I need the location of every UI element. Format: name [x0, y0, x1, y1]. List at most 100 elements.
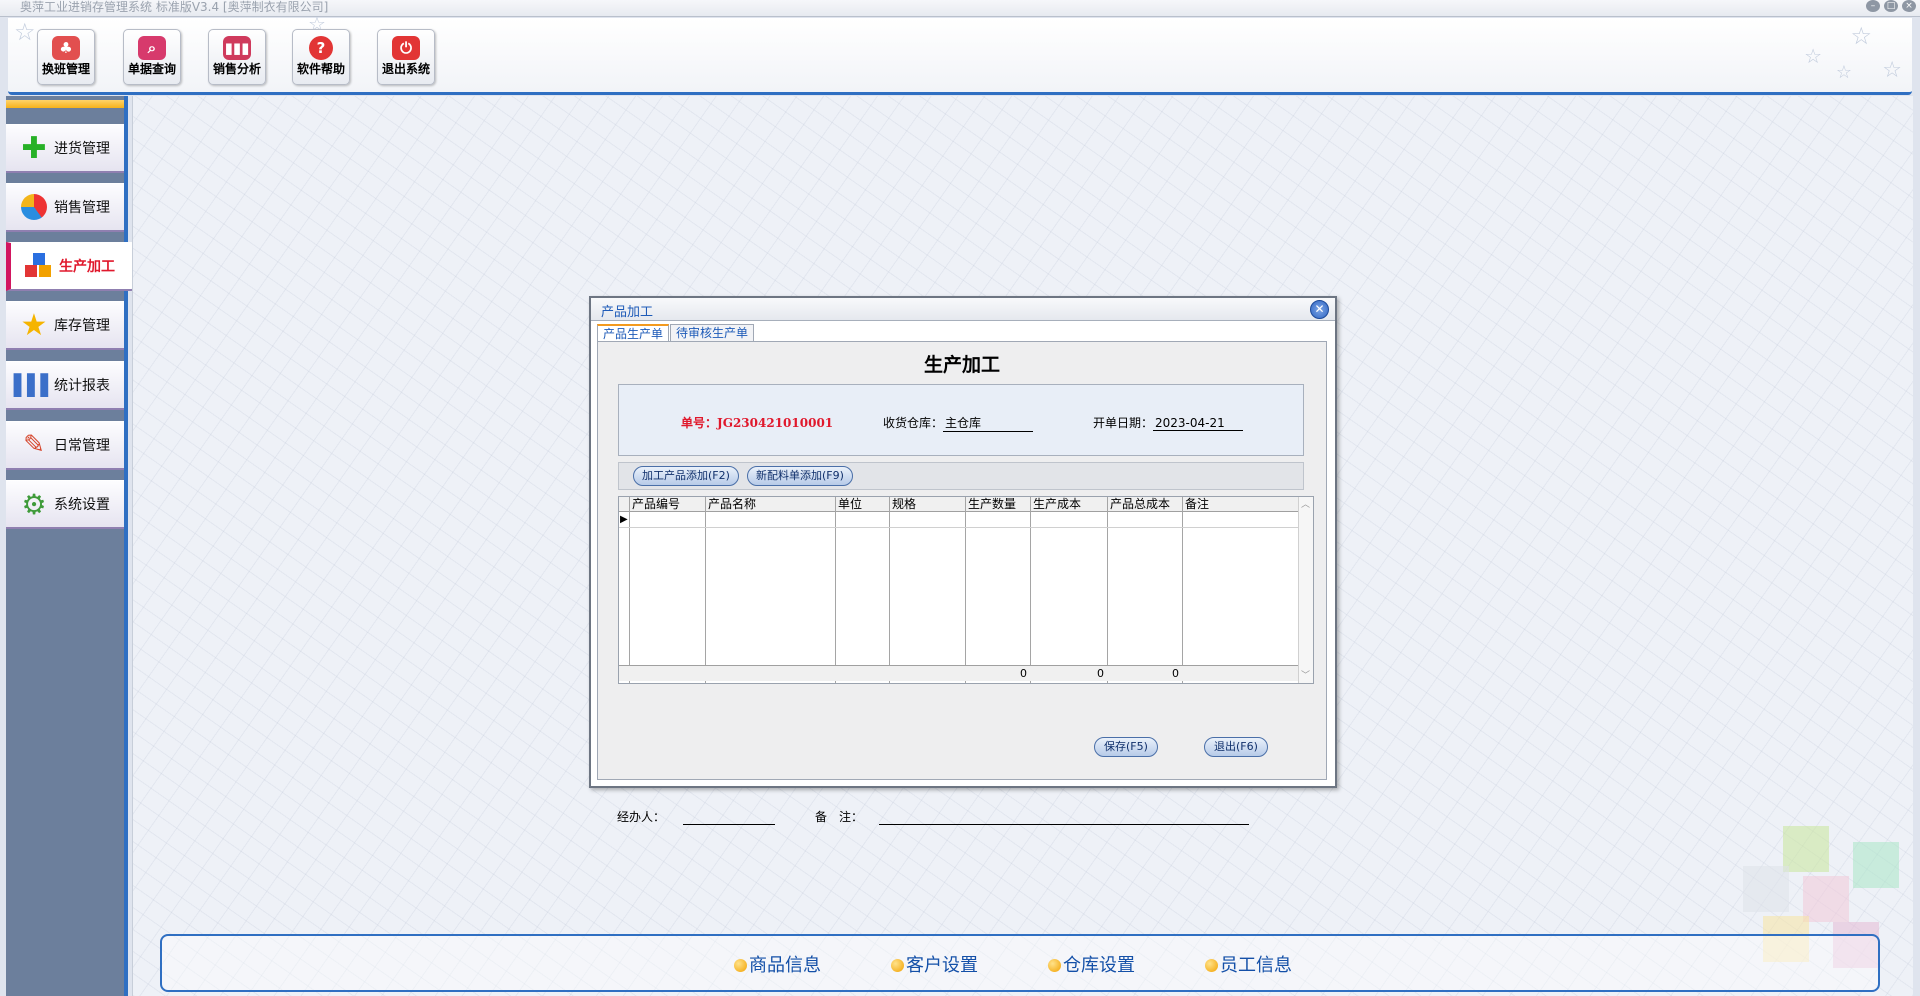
link-employee-info[interactable]: 员工信息: [1205, 951, 1292, 977]
maximize-icon[interactable]: □: [1884, 0, 1898, 12]
dialog-title: 产品加工: [601, 305, 654, 320]
star-icon: ★: [20, 307, 48, 343]
plus-icon: ✚: [21, 130, 47, 166]
pie-icon: [18, 191, 50, 223]
link-customer-settings[interactable]: 客户设置: [891, 951, 978, 977]
sidebar-item-settings[interactable]: ⚙ 系统设置: [6, 480, 124, 529]
star-decoration-icon: ☆: [14, 18, 36, 46]
form-heading: 生产加工: [923, 354, 1000, 376]
date-field: 开单日期： 2023-04-21: [1093, 414, 1244, 431]
sidebar-item-reports[interactable]: ▌▌▌ 统计报表: [6, 361, 124, 410]
bullet-icon: [891, 959, 904, 972]
window-title: 奥萍工业进销存管理系统 标准版V3.4 [奥萍制衣有限公司]: [20, 0, 329, 14]
save-button[interactable]: 保存(F5): [1094, 737, 1158, 757]
link-product-info[interactable]: 商品信息: [734, 951, 821, 977]
sidebar-item-label: 进货管理: [54, 141, 110, 157]
handler-input[interactable]: [682, 810, 775, 825]
window-titlebar: 奥萍工业进销存管理系统 标准版V3.4 [奥萍制衣有限公司] – □ ×: [0, 0, 1920, 17]
toolbar-button-label: 退出系统: [381, 62, 430, 76]
document-query-button[interactable]: ⌕ 单据查询: [123, 29, 181, 85]
sidebar-item-label: 日常管理: [54, 438, 110, 454]
row-pointer-icon: ▶: [620, 514, 628, 525]
help-button[interactable]: ? 软件帮助: [292, 29, 350, 85]
date-input[interactable]: 2023-04-21: [1153, 416, 1244, 431]
grid-summary-row: 0 0 0: [619, 665, 1299, 681]
link-label: 员工信息: [1220, 955, 1292, 976]
sidebar-item-daily[interactable]: ✎ 日常管理: [6, 421, 124, 470]
handler-field: 经办人：: [617, 808, 775, 825]
col-spec[interactable]: 规格: [892, 497, 916, 511]
sidebar-item-label: 库存管理: [54, 318, 110, 334]
star-decoration-icon: ☆: [1850, 22, 1872, 50]
star-decoration-icon: ☆: [1882, 58, 1902, 83]
close-icon[interactable]: ×: [1902, 0, 1916, 12]
order-number-value: JG230421010001: [717, 416, 834, 430]
scroll-up-icon[interactable]: ︿: [1301, 497, 1310, 510]
toolbar-button-label: 单据查询: [127, 62, 176, 76]
minimize-icon[interactable]: –: [1866, 0, 1880, 12]
dialog-titlebar: 产品加工 ✕: [591, 298, 1335, 321]
link-label: 仓库设置: [1063, 955, 1135, 976]
warehouse-select[interactable]: 主仓库: [943, 414, 1034, 432]
add-material-button[interactable]: 新配料单添加(F9): [747, 466, 853, 486]
dialog-close-icon[interactable]: ✕: [1310, 300, 1329, 319]
sidebar-item-label: 统计报表: [54, 378, 110, 394]
blocks-icon: [23, 250, 55, 282]
tab-pending-orders[interactable]: 待审核生产单: [670, 324, 755, 341]
table-row[interactable]: ▶: [619, 512, 1299, 528]
toolbar: ☆ ☆ ☆ ☆ ☆ ☆ ♣ 换班管理 ⌕ 单据查询 ▮▮▮ 销售分析 ? 软件帮…: [8, 12, 1912, 95]
star-decoration-icon: ☆: [1804, 44, 1822, 68]
bullet-icon: [1205, 959, 1218, 972]
sidebar-item-production[interactable]: 生产加工: [6, 242, 137, 291]
tools-icon: ✎: [23, 430, 45, 460]
exit-system-button[interactable]: ⏻ 退出系统: [377, 29, 435, 85]
warehouse-label: 收货仓库：: [883, 416, 944, 430]
production-order-panel: 生产加工 单号：JG230421010001 收货仓库： 主仓库 开单日期： 202…: [597, 341, 1327, 780]
order-number-field: 单号：JG230421010001: [681, 414, 833, 431]
bullet-icon: [1048, 959, 1061, 972]
window-controls: – □ ×: [1866, 0, 1916, 12]
product-grid: 产品编号 产品名称 单位 规格 生产数量 生产成本 产品总成本 备注 ▶ 0 0…: [618, 496, 1314, 684]
power-icon: ⏻: [392, 36, 420, 60]
dialog-tabs: 产品生产单 待审核生产单: [597, 324, 755, 341]
magnifier-icon: ⌕: [138, 36, 166, 60]
sidebar-item-label: 生产加工: [59, 259, 115, 275]
star-decoration-icon: ☆: [1835, 62, 1852, 83]
col-total-cost[interactable]: 产品总成本: [1110, 497, 1170, 511]
col-product-name[interactable]: 产品名称: [708, 497, 756, 511]
link-label: 客户设置: [906, 955, 978, 976]
sidebar-top-strip: [6, 100, 124, 108]
exit-button[interactable]: 退出(F6): [1204, 737, 1268, 757]
help-icon: ?: [309, 36, 333, 60]
remark-label: 备 注：: [815, 810, 864, 824]
col-product-code[interactable]: 产品编号: [632, 497, 680, 511]
col-unit[interactable]: 单位: [838, 497, 862, 511]
col-remark[interactable]: 备注: [1185, 497, 1209, 511]
sidebar-item-purchase[interactable]: ✚ 进货管理: [6, 124, 124, 173]
total-product-cost: 0: [1172, 667, 1179, 680]
gear-icon: ⚙: [21, 487, 47, 521]
link-label: 商品信息: [749, 955, 821, 976]
bottom-link-bar: 商品信息 客户设置 仓库设置 员工信息: [160, 934, 1880, 992]
handler-label: 经办人：: [617, 810, 666, 824]
order-info-box: 单号：JG230421010001 收货仓库： 主仓库 开单日期： 2023-04-…: [618, 384, 1304, 456]
total-cost: 0: [1097, 667, 1104, 680]
grid-scrollbar[interactable]: ︿ ﹀: [1298, 497, 1313, 683]
col-cost[interactable]: 生产成本: [1033, 497, 1081, 511]
col-quantity[interactable]: 生产数量: [968, 497, 1016, 511]
production-dialog: 产品加工 ✕ 产品生产单 待审核生产单 生产加工 单号：JG2304210100…: [589, 296, 1337, 825]
toolbar-button-label: 换班管理: [41, 62, 90, 76]
grid-action-bar: 加工产品添加(F2) 新配料单添加(F9): [618, 462, 1304, 490]
sales-analysis-button[interactable]: ▮▮▮ 销售分析: [208, 29, 266, 85]
total-quantity: 0: [1020, 667, 1027, 680]
link-warehouse-settings[interactable]: 仓库设置: [1048, 951, 1135, 977]
sidebar-item-inventory[interactable]: ★ 库存管理: [6, 301, 124, 350]
add-product-button[interactable]: 加工产品添加(F2): [633, 466, 739, 486]
shift-management-button[interactable]: ♣ 换班管理: [37, 29, 95, 85]
tab-production-order[interactable]: 产品生产单: [597, 324, 670, 341]
remark-input[interactable]: [878, 810, 1249, 825]
shift-icon: ♣: [52, 36, 80, 60]
scroll-down-icon[interactable]: ﹀: [1301, 668, 1310, 681]
toolbar-button-label: 销售分析: [212, 62, 261, 76]
sidebar-item-sales[interactable]: 销售管理: [6, 183, 124, 232]
